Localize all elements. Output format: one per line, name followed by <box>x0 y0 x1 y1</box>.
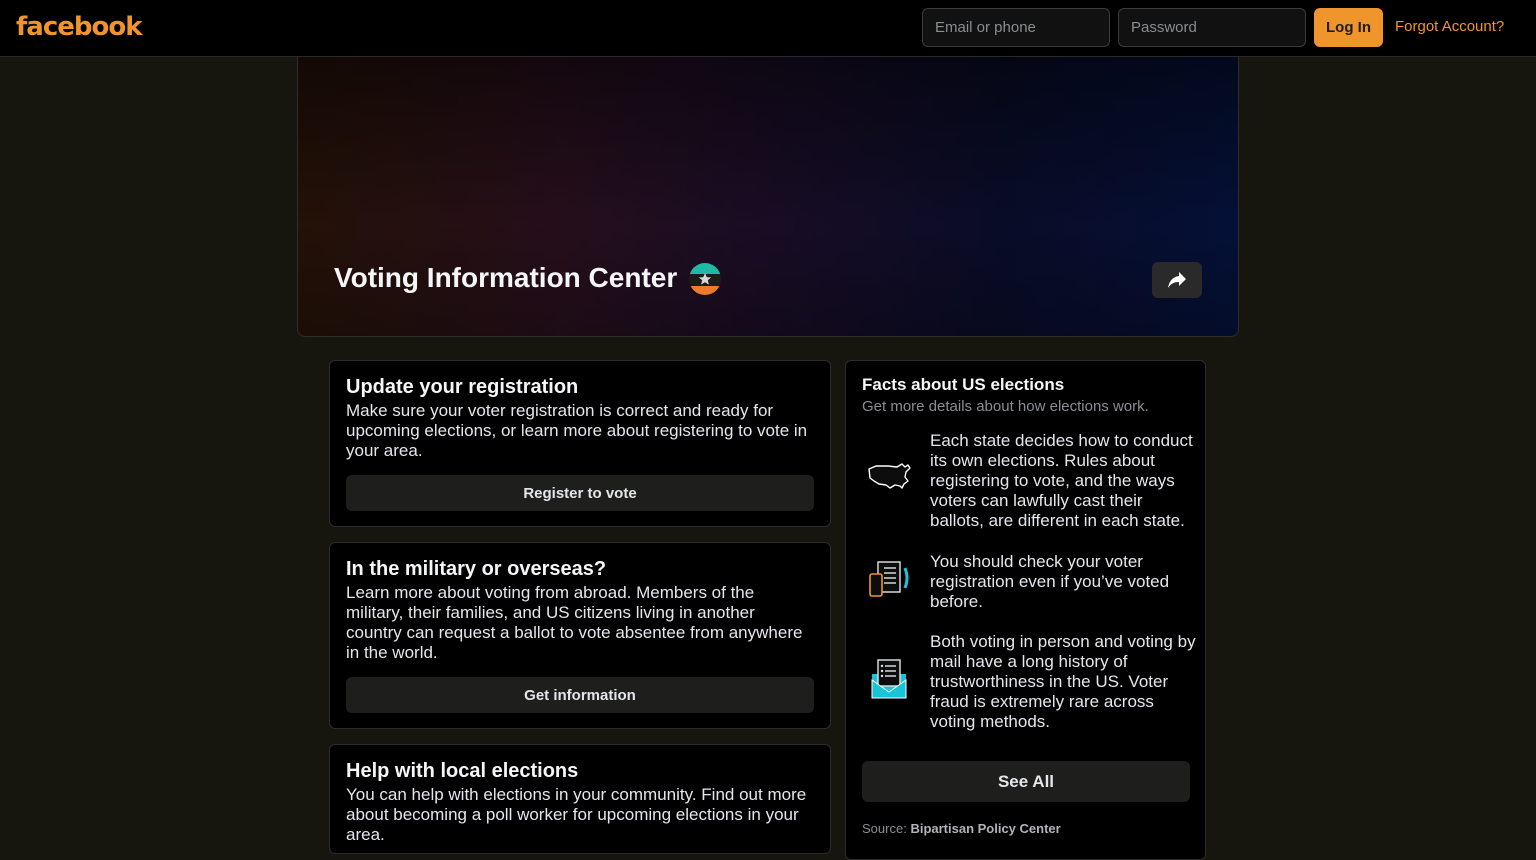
facts-about-elections-panel: Facts about US elections Get more detail… <box>845 360 1206 860</box>
military-overseas-card: In the military or overseas? Learn more … <box>329 542 831 729</box>
facts-title: Facts about US elections <box>862 375 1065 394</box>
password-input[interactable] <box>1118 8 1306 47</box>
update-registration-card: Update your registration Make sure your … <box>329 360 831 527</box>
card-description: Learn more about voting from abroad. Mem… <box>346 583 803 662</box>
email-or-phone-input[interactable] <box>922 8 1110 47</box>
register-to-vote-button[interactable]: Register to vote <box>346 475 814 511</box>
see-all-button[interactable]: See All <box>862 761 1190 802</box>
card-description: Make sure your voter registration is cor… <box>346 401 808 460</box>
fact-text: Each state decides how to conduct its ow… <box>930 431 1193 530</box>
share-arrow-icon <box>1168 272 1186 288</box>
us-map-icon <box>868 463 911 489</box>
ballot-badge-icon <box>689 263 721 295</box>
page-title: Voting Information Center <box>334 262 678 293</box>
card-title: In the military or overseas? <box>346 558 607 580</box>
local-elections-card: Help with local elections You can help w… <box>329 744 831 854</box>
fact-text: You should check your voter registration… <box>930 552 1170 611</box>
get-information-button[interactable]: Get information <box>346 677 814 713</box>
cover-banner: Voting Information Center <box>297 57 1239 337</box>
top-navigation-bar: facebook Log In Forgot Account? <box>0 0 1536 57</box>
share-button[interactable] <box>1152 262 1202 298</box>
phone-document-icon <box>869 561 909 597</box>
forgot-account-link[interactable]: Forgot Account? <box>1395 18 1504 35</box>
card-title: Update your registration <box>346 376 579 398</box>
fact-text: Both voting in person and voting by mail… <box>930 632 1196 731</box>
facts-subtitle: Get more details about how elections wor… <box>862 398 1149 415</box>
card-description: You can help with elections in your comm… <box>346 785 807 844</box>
card-title: Help with local elections <box>346 760 579 782</box>
log-in-button[interactable]: Log In <box>1314 8 1383 47</box>
mail-ballot-icon <box>871 659 907 699</box>
facebook-logo[interactable]: facebook <box>16 12 143 42</box>
